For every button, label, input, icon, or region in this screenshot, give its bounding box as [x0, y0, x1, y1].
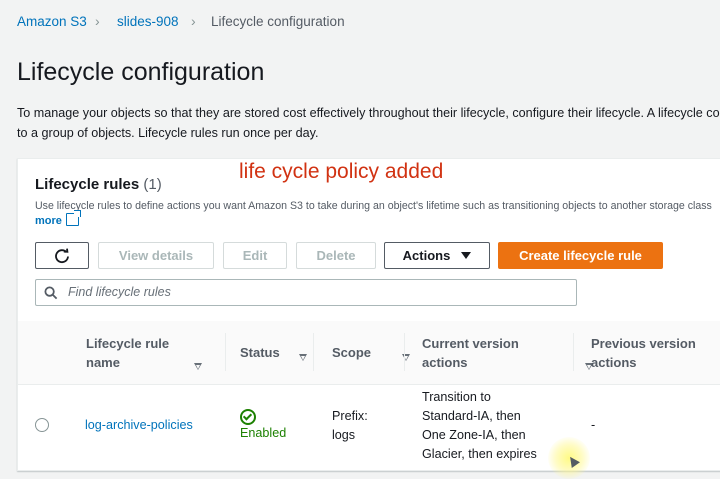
scope-cell-line-2: logs — [332, 428, 356, 442]
column-header-name-line-2: name — [86, 355, 120, 370]
chevron-right-icon: › — [95, 13, 100, 29]
refresh-button[interactable] — [35, 242, 89, 269]
row-select-radio[interactable] — [35, 418, 49, 432]
annotation-text: life cycle policy added — [239, 160, 444, 183]
column-divider — [404, 333, 405, 371]
page-description-line-2: to a group of objects. Lifecycle rules r… — [17, 126, 319, 140]
sort-icon[interactable] — [194, 363, 203, 371]
page-description-line-1: To manage your objects so that they are … — [17, 106, 720, 120]
scope-cell: Prefix: logs — [332, 407, 368, 445]
sort-icon[interactable] — [299, 354, 308, 362]
column-header-name-line-1: Lifecycle rule — [86, 336, 170, 351]
column-header-previous-line-2: actions — [591, 355, 637, 370]
learn-more-label: more — [35, 215, 62, 227]
previous-actions-cell: - — [591, 418, 596, 432]
status-check-icon — [240, 409, 256, 425]
refresh-icon — [55, 247, 69, 263]
status-badge: Enabled — [240, 426, 287, 440]
column-divider — [313, 333, 314, 371]
actions-dropdown[interactable]: Actions — [384, 242, 490, 269]
current-actions-line-2: Standard-IA, then — [422, 409, 521, 423]
view-details-button[interactable]: View details — [98, 242, 214, 269]
current-actions-cell: Transition to Standard-IA, then One Zone… — [422, 388, 537, 464]
column-header-current-version[interactable]: Current version actions — [422, 334, 519, 372]
rule-name-link[interactable]: log-archive-policies — [85, 418, 193, 432]
learn-more-link[interactable]: more — [35, 210, 81, 227]
page-description: To manage your objects so that they are … — [17, 103, 720, 143]
column-header-status[interactable]: Status — [240, 343, 280, 362]
column-header-current-line-1: Current version — [422, 336, 519, 351]
rule-count: (1) — [143, 176, 162, 193]
column-header-status-label: Status — [240, 345, 280, 360]
caret-down-icon — [461, 252, 472, 259]
breadcrumb-bucket[interactable]: slides-908 — [117, 14, 179, 29]
search-placeholder: Find lifecycle rules — [68, 285, 171, 299]
breadcrumb-current: Lifecycle configuration — [211, 14, 345, 29]
column-header-previous-version[interactable]: Previous version actions — [591, 334, 696, 372]
search-icon — [44, 286, 58, 300]
column-header-current-line-2: actions — [422, 355, 468, 370]
column-header-scope[interactable]: Scope — [332, 343, 371, 362]
page-title: Lifecycle configuration — [17, 58, 265, 86]
scope-cell-line-1: Prefix: — [332, 409, 368, 423]
column-header-name[interactable]: Lifecycle rule name — [86, 334, 169, 372]
panel-description: Use lifecycle rules to define actions yo… — [35, 200, 712, 212]
breadcrumb-amazon-s3[interactable]: Amazon S3 — [17, 14, 87, 29]
current-actions-line-3: One Zone-IA, then — [422, 428, 526, 442]
column-header-previous-line-1: Previous version — [591, 336, 696, 351]
current-actions-line-1: Transition to — [422, 390, 491, 404]
actions-label: Actions — [402, 248, 451, 263]
column-header-scope-label: Scope — [332, 345, 372, 360]
current-actions-line-4: Glacier, then expires — [422, 447, 537, 461]
external-link-icon — [65, 210, 81, 226]
panel-title-text: Lifecycle rules — [35, 176, 140, 193]
chevron-right-icon: › — [191, 13, 196, 29]
delete-button[interactable]: Delete — [296, 242, 376, 269]
column-divider — [573, 333, 574, 371]
column-divider — [225, 333, 226, 371]
panel-title: Lifecycle rules (1) — [35, 176, 162, 193]
create-lifecycle-rule-button[interactable]: Create lifecycle rule — [498, 242, 663, 269]
edit-button[interactable]: Edit — [223, 242, 287, 269]
